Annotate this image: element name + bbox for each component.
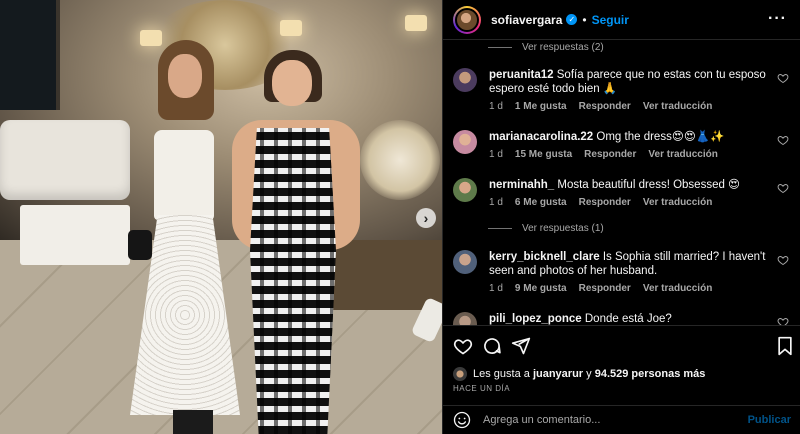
view-replies-button[interactable]: Ver respuestas (2) <box>488 42 604 53</box>
photo-window <box>0 0 60 110</box>
like-comment-heart-icon[interactable] <box>777 316 789 325</box>
photo-wall-lamp <box>405 15 427 31</box>
translate-button[interactable]: Ver traducción <box>643 197 712 208</box>
like-comment-heart-icon[interactable] <box>777 72 789 84</box>
emoji-icon[interactable] <box>453 411 471 429</box>
post-side-panel: sofiavergara ✓ • Seguir ··· Ver respuest… <box>442 0 800 434</box>
comment-meta: 1 d 15 Me gusta Responder Ver traducción <box>489 149 718 160</box>
photo-sofa <box>0 120 130 200</box>
commenter-avatar[interactable] <box>453 312 477 325</box>
author-username[interactable]: sofiavergara <box>491 13 562 27</box>
comment-body: pili_lopez_ponce Donde está Joe? <box>489 312 769 325</box>
comment-text: Omg the dress😍😍👗✨ <box>596 131 725 143</box>
comment-time[interactable]: 1 d <box>489 149 503 160</box>
translate-button[interactable]: Ver traducción <box>648 149 717 160</box>
follow-button[interactable]: Seguir <box>592 13 629 27</box>
comment-text: Mosta beautiful dress! Obsessed 😍 <box>557 179 741 191</box>
commenter-avatar[interactable] <box>453 130 477 154</box>
like-comment-heart-icon[interactable] <box>777 254 789 266</box>
post-timestamp[interactable]: HACE UN DÍA <box>453 384 510 393</box>
photo-person-left <box>118 40 248 434</box>
header-separator: • <box>582 12 587 27</box>
comment-username[interactable]: marianacarolina.22 <box>489 131 593 143</box>
photo-coffee-table <box>20 205 130 265</box>
liker-username[interactable]: juanyarur <box>533 368 583 380</box>
comment-meta: 1 d 6 Me gusta Responder Ver traducción <box>489 197 712 208</box>
save-bookmark-icon[interactable] <box>775 336 795 356</box>
comment-time[interactable]: 1 d <box>489 283 503 294</box>
comment-username[interactable]: peruanita12 <box>489 69 554 81</box>
comment-body: peruanita12 Sofía parece que no estas co… <box>489 68 769 96</box>
likes-prefix: Les gusta a <box>473 368 530 380</box>
likes-summary[interactable]: Les gusta a juanyarur y 94.529 personas … <box>453 367 705 381</box>
comment-likes[interactable]: 1 Me gusta <box>515 101 567 112</box>
comment-body: nerminahh_ Mosta beautiful dress! Obsess… <box>489 178 769 192</box>
comment-text: Donde está Joe? <box>584 313 672 325</box>
comment-bubble-icon[interactable] <box>482 336 502 356</box>
likes-count[interactable]: 94.529 personas más <box>595 368 706 380</box>
comment-likes[interactable]: 9 Me gusta <box>515 283 567 294</box>
view-replies-label: Ver respuestas (1) <box>522 223 604 234</box>
commenter-avatar[interactable] <box>453 250 477 274</box>
comment-username[interactable]: nerminahh_ <box>489 179 554 191</box>
comment-likes[interactable]: 15 Me gusta <box>515 149 572 160</box>
reply-button[interactable]: Responder <box>579 101 631 112</box>
post-actions-bar <box>443 325 800 365</box>
comments-list[interactable]: Ver respuestas (2) peruanita12 Sofía par… <box>443 40 800 325</box>
comment-meta: 1 d 1 Me gusta Responder Ver traducción <box>489 101 712 112</box>
replies-line <box>488 228 512 229</box>
share-send-icon[interactable] <box>511 336 531 356</box>
author-avatar[interactable] <box>453 5 481 34</box>
post-comment-button[interactable]: Publicar <box>748 414 791 426</box>
commenter-avatar[interactable] <box>453 178 477 202</box>
comment-username[interactable]: kerry_bicknell_clare <box>489 251 600 263</box>
post-header: sofiavergara ✓ • Seguir ··· <box>443 0 800 40</box>
view-replies-button[interactable]: Ver respuestas (1) <box>488 223 604 234</box>
comment-body: kerry_bicknell_clare Is Sophia still mar… <box>489 250 769 278</box>
like-comment-heart-icon[interactable] <box>777 134 789 146</box>
photo-person-right <box>232 50 362 434</box>
reply-button[interactable]: Responder <box>579 283 631 294</box>
comment-time[interactable]: 1 d <box>489 101 503 112</box>
comment-meta: 1 d 9 Me gusta Responder Ver traducción <box>489 283 712 294</box>
comment-body: marianacarolina.22 Omg the dress😍😍👗✨ <box>489 130 769 144</box>
commenter-avatar[interactable] <box>453 68 477 92</box>
likes-connector: y <box>586 368 592 380</box>
comment-likes[interactable]: 6 Me gusta <box>515 197 567 208</box>
comment-input[interactable] <box>483 414 748 426</box>
reply-button[interactable]: Responder <box>579 197 631 208</box>
translate-button[interactable]: Ver traducción <box>643 283 712 294</box>
post-photo[interactable]: › <box>0 0 442 434</box>
comment-username[interactable]: pili_lopez_ponce <box>489 313 582 325</box>
liker-avatar <box>453 367 467 381</box>
view-replies-label: Ver respuestas (2) <box>522 42 604 53</box>
photo-dried-flowers <box>360 120 440 200</box>
photo-wall-lamp <box>280 20 302 36</box>
like-comment-heart-icon[interactable] <box>777 182 789 194</box>
next-slide-button[interactable]: › <box>416 208 436 228</box>
comment-time[interactable]: 1 d <box>489 197 503 208</box>
like-heart-icon[interactable] <box>453 336 473 356</box>
comment-composer: Publicar <box>443 405 800 434</box>
more-options-icon[interactable]: ··· <box>768 10 787 28</box>
replies-line <box>488 47 512 48</box>
translate-button[interactable]: Ver traducción <box>643 101 712 112</box>
reply-button[interactable]: Responder <box>584 149 636 160</box>
verified-badge-icon: ✓ <box>566 14 578 25</box>
